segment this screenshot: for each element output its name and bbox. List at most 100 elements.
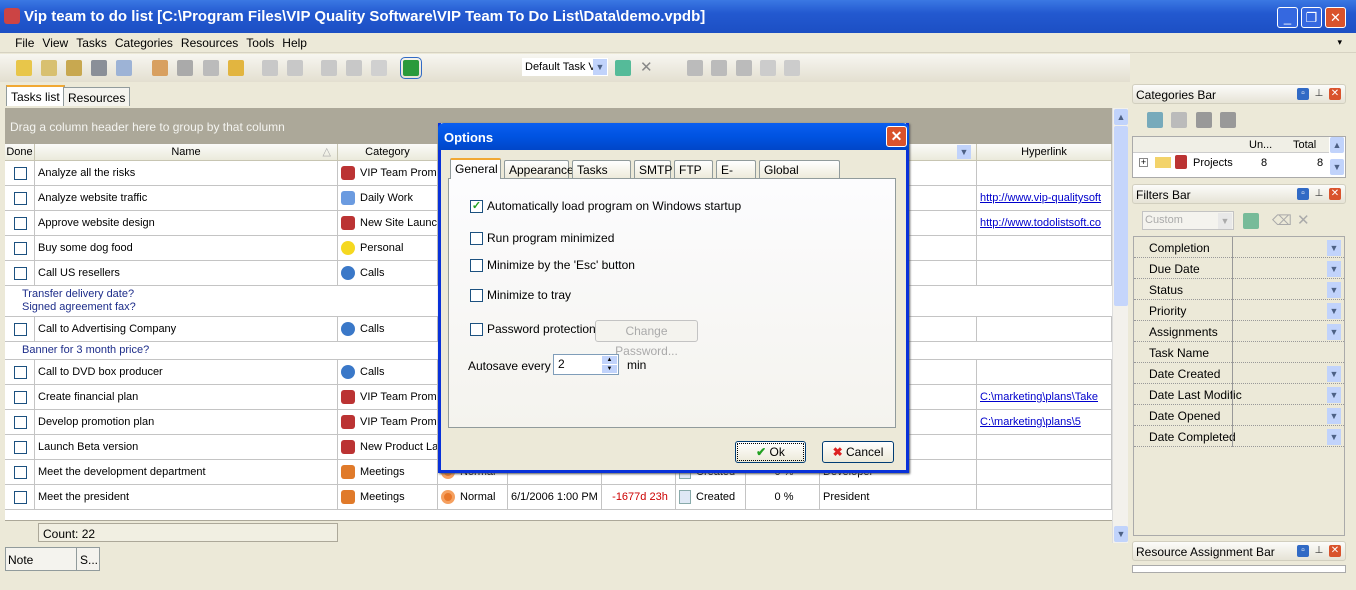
scroll-down-icon[interactable]: ▼	[1114, 526, 1128, 542]
menu-resources[interactable]: Resources	[177, 33, 242, 53]
column-header-category[interactable]: Category	[338, 144, 438, 161]
filter-row[interactable]: Date Last Modific ▼	[1134, 384, 1344, 405]
delete-task-icon[interactable]	[202, 60, 219, 76]
close-icon[interactable]: ✕	[1329, 545, 1341, 557]
report-edit-icon[interactable]	[711, 60, 727, 76]
database-icon[interactable]	[16, 60, 33, 76]
float-icon[interactable]: ▫	[1297, 545, 1309, 557]
filter-chevron-down-icon[interactable]: ▼	[1327, 261, 1341, 277]
pin-icon[interactable]: ⊥	[1313, 88, 1325, 100]
eraser-icon[interactable]: ⌫	[1272, 212, 1292, 229]
column-filter-chevron-down-icon[interactable]: ▼	[957, 145, 971, 159]
cancel-button[interactable]: ✖ Cancel	[822, 441, 894, 463]
menu-help[interactable]: Help	[278, 33, 311, 53]
dialog-tab-tasks-list[interactable]: Tasks List	[572, 160, 631, 191]
name-cell[interactable]: Call to DVD box producer	[35, 360, 338, 384]
hyperlink[interactable]: http://www.todolistsoft.co	[980, 217, 1101, 229]
filter-chevron-down-icon[interactable]: ▼	[1327, 282, 1341, 298]
done-checkbox[interactable]	[14, 465, 27, 479]
filter-chevron-down-icon[interactable]: ▼	[1327, 429, 1341, 445]
restore-button[interactable]: ❐	[1301, 7, 1322, 28]
float-icon[interactable]: ▫	[1297, 88, 1309, 100]
float-icon[interactable]: ▫	[1297, 188, 1309, 200]
edit-category-icon[interactable]	[1196, 112, 1212, 128]
stepper-up-icon[interactable]: ▲	[602, 356, 617, 364]
filter-row[interactable]: Date Created ▼	[1134, 363, 1344, 384]
column-header-hyperlink[interactable]: Hyperlink	[977, 144, 1112, 161]
hyperlink[interactable]: C:\marketing\plans\Take	[980, 391, 1098, 403]
pin-icon[interactable]: ⊥	[1313, 188, 1325, 200]
checkbox[interactable]	[470, 288, 483, 302]
save-filter-icon[interactable]	[1243, 213, 1259, 229]
save-icon[interactable]	[66, 60, 83, 76]
menu-file[interactable]: File	[11, 33, 38, 53]
report-icon[interactable]	[687, 60, 703, 76]
autosave-stepper[interactable]: 2 ▲ ▼	[553, 354, 619, 375]
filter-chevron-down-icon[interactable]: ▼	[1327, 387, 1341, 403]
close-button[interactable]: ✕	[1325, 7, 1346, 28]
name-cell[interactable]: Launch Beta version	[35, 435, 338, 459]
scroll-thumb[interactable]	[1114, 126, 1128, 306]
done-checkbox[interactable]	[14, 415, 27, 429]
delete-category-icon[interactable]	[1220, 112, 1236, 128]
filter-row[interactable]: Completion ▼	[1134, 237, 1344, 258]
filter-row[interactable]: Task Name	[1134, 342, 1344, 363]
filter-row[interactable]: Priority ▼	[1134, 300, 1344, 321]
checkbox[interactable]	[470, 258, 483, 272]
filter-icon[interactable]	[399, 57, 422, 79]
report-delete-icon[interactable]	[736, 60, 752, 76]
menu-tools[interactable]: Tools	[242, 33, 278, 53]
status-tab[interactable]: S...	[76, 548, 101, 570]
done-checkbox[interactable]	[14, 440, 27, 454]
filter-row[interactable]: Status ▼	[1134, 279, 1344, 300]
filter-chevron-down-icon[interactable]: ▼	[1327, 303, 1341, 319]
hyperlink[interactable]: C:\marketing\plans\5	[980, 416, 1081, 428]
ok-button[interactable]: ✔ Ok	[735, 441, 806, 463]
filter-chevron-down-icon[interactable]: ▼	[1327, 324, 1341, 340]
view-select-chevron-down-icon[interactable]: ▼	[593, 59, 607, 75]
dialog-tab-general[interactable]: General	[450, 158, 501, 179]
checkbox-checked[interactable]: ✓	[470, 199, 483, 213]
delete-view-icon[interactable]: ✕	[640, 58, 653, 76]
filter-chevron-down-icon[interactable]: ▼	[1327, 240, 1341, 256]
name-cell[interactable]: Meet the president	[35, 485, 338, 509]
minimize-button[interactable]: _	[1277, 7, 1298, 28]
tab-resources[interactable]: Resources	[63, 87, 131, 106]
move-down-icon[interactable]	[261, 60, 278, 76]
name-cell[interactable]: Buy some dog food	[35, 236, 338, 260]
menu-tasks[interactable]: Tasks	[72, 33, 111, 53]
vertical-scrollbar[interactable]: ▲ ▼	[1112, 108, 1128, 543]
scroll-up-icon[interactable]: ▲	[1330, 137, 1344, 153]
name-cell[interactable]: Call US resellers	[35, 261, 338, 285]
new-task-icon[interactable]	[152, 60, 169, 76]
delete-filter-icon[interactable]: ✕	[1297, 211, 1310, 229]
indent-icon[interactable]	[370, 60, 387, 76]
scroll-up-icon[interactable]: ▲	[1114, 109, 1128, 125]
apply-view-icon[interactable]	[615, 60, 631, 76]
close-icon[interactable]: ✕	[1329, 188, 1341, 200]
menu-view[interactable]: View	[38, 33, 72, 53]
done-checkbox[interactable]	[14, 322, 27, 336]
filter-row[interactable]: Due Date ▼	[1134, 258, 1344, 279]
table-row[interactable]: Meet the president Meetings Normal 6/1/2006…	[5, 485, 1112, 510]
print-icon[interactable]	[91, 60, 108, 76]
name-cell[interactable]: Call to Advertising Company	[35, 317, 338, 341]
expand-icon[interactable]: +	[1139, 158, 1148, 167]
done-checkbox[interactable]	[14, 390, 27, 404]
option-3[interactable]: Minimize to tray	[470, 288, 571, 302]
table-row[interactable]	[5, 510, 1112, 520]
filter-chevron-down-icon[interactable]: ▼	[1327, 366, 1341, 382]
done-checkbox[interactable]	[14, 266, 27, 280]
edit-task-icon[interactable]	[177, 60, 194, 76]
close-icon[interactable]: ✕	[1329, 88, 1341, 100]
name-cell[interactable]: Develop promotion plan	[35, 410, 338, 434]
option-1[interactable]: Run program minimized	[470, 231, 614, 245]
filter-row[interactable]: Assignments ▼	[1134, 321, 1344, 342]
done-checkbox[interactable]	[14, 166, 27, 180]
filter-row[interactable]: Date Completed ▼	[1134, 426, 1344, 447]
stepper-down-icon[interactable]: ▼	[602, 365, 617, 373]
pin-icon[interactable]: ⊥	[1313, 545, 1325, 557]
tab-tasks-list[interactable]: Tasks list	[6, 85, 65, 106]
name-cell[interactable]: Analyze all the risks	[35, 161, 338, 185]
dialog-tab-smtp[interactable]: SMTP	[634, 160, 672, 179]
